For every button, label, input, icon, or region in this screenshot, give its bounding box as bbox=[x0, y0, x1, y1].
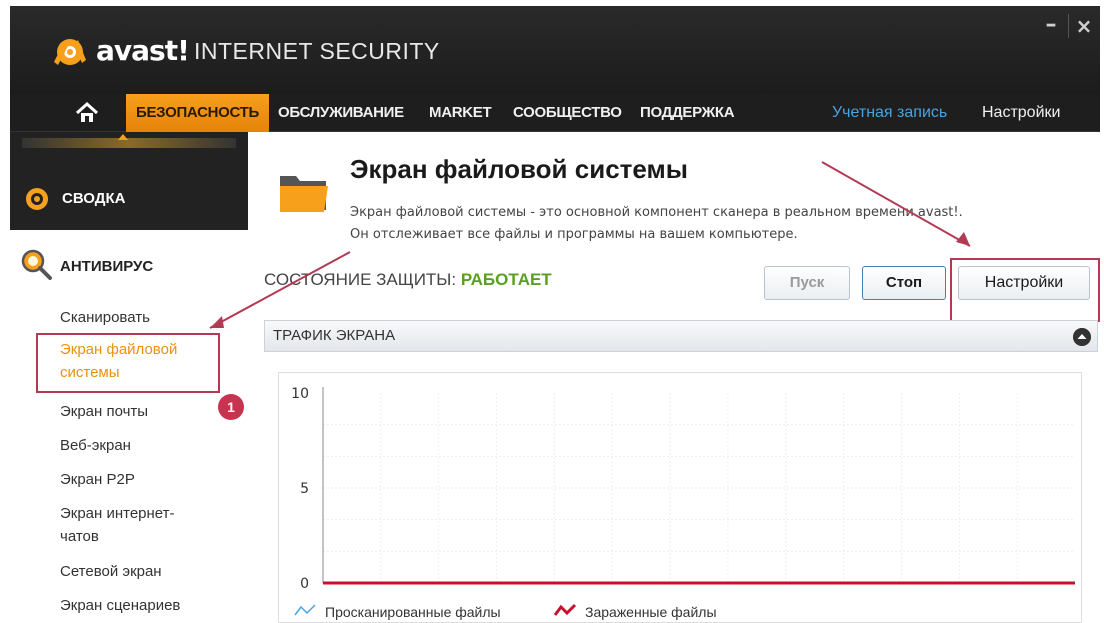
app-window: avast! INTERNET SECURITY – × БЕЗОПАСНОСТ… bbox=[10, 6, 1100, 623]
annotation-arrowhead-left-icon bbox=[210, 316, 224, 328]
annotation-arrows bbox=[209, 161, 971, 329]
